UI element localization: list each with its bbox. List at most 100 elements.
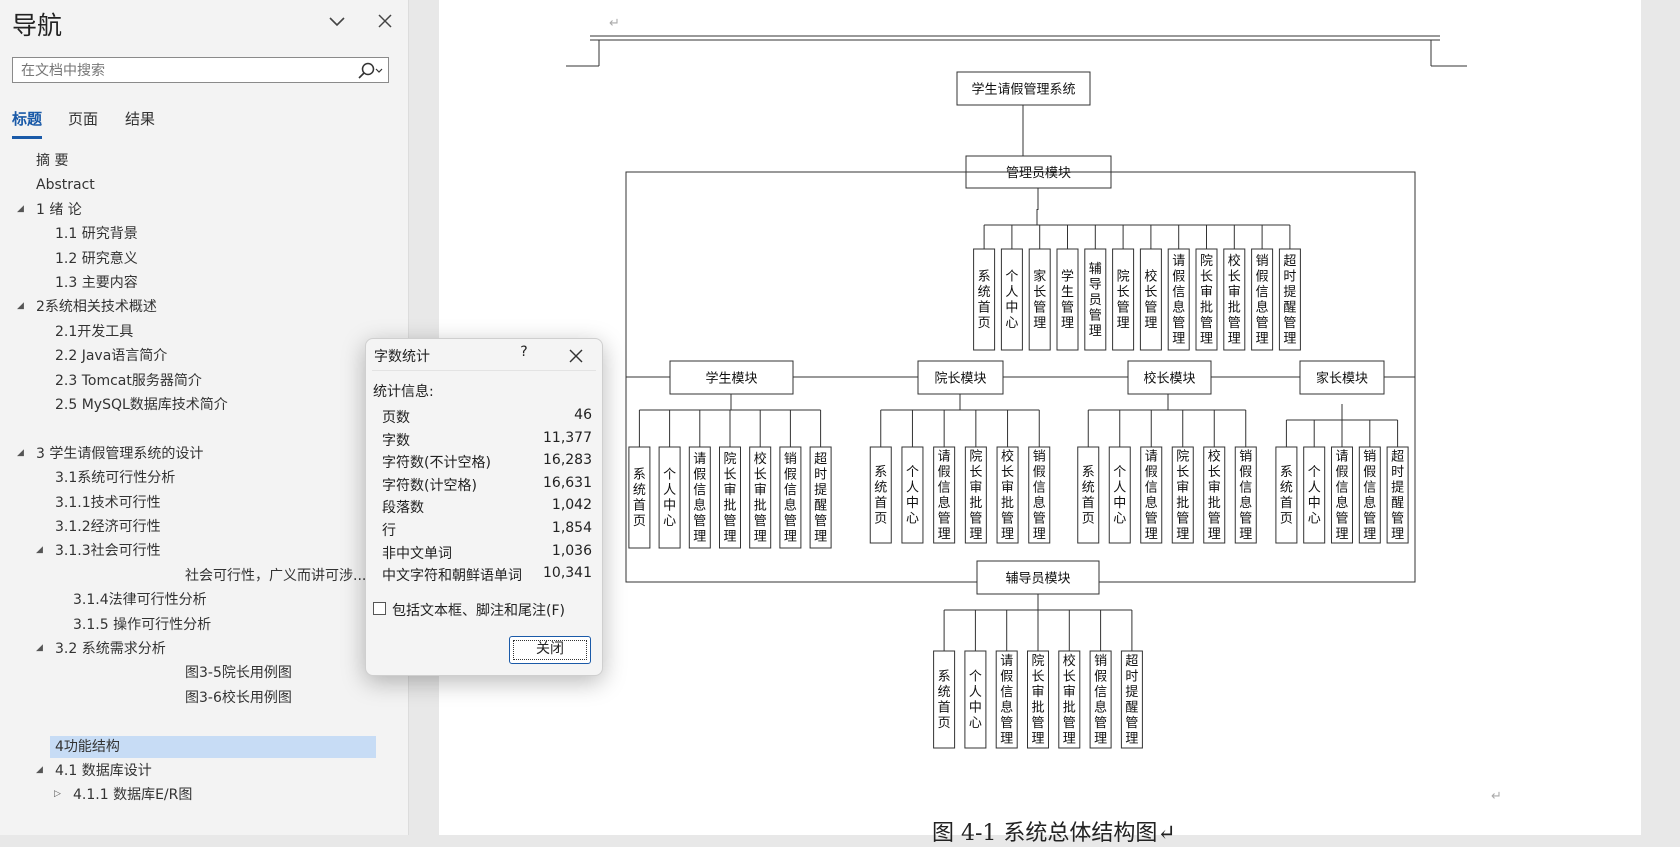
- collapse-arrow-icon[interactable]: ◢: [17, 448, 27, 458]
- close-icon[interactable]: [565, 345, 587, 367]
- nav-heading-item[interactable]: 3.1.2经济可行性: [55, 516, 161, 538]
- nav-heading-item[interactable]: 4.1.1 数据库E/R图: [73, 784, 192, 806]
- stat-label: 行: [382, 523, 396, 539]
- dean-module-box-label: 院长模块: [934, 372, 986, 387]
- function-box-label: 销假信息管理: [1094, 654, 1107, 747]
- right-margin: [1641, 0, 1680, 835]
- stat-row: 行 1,854: [382, 520, 592, 542]
- collapse-arrow-icon[interactable]: ◢: [36, 643, 46, 653]
- close-icon[interactable]: [374, 10, 396, 32]
- function-box-label: 校长管理: [1144, 269, 1157, 332]
- nav-heading-item[interactable]: 3.1.5 操作可行性分析: [73, 614, 211, 636]
- nav-heading-item[interactable]: 3.1系统可行性分析: [55, 467, 175, 489]
- function-box-label: 院长审批管理: [1031, 654, 1044, 747]
- student-module-box-label: 学生模块: [705, 371, 757, 387]
- checkbox-label: 包括文本框、脚注和尾注(F): [392, 603, 565, 619]
- stat-value: 10,341: [543, 565, 592, 582]
- function-box-label: 超时提醒管理: [1283, 254, 1296, 347]
- stat-label: 段落数: [382, 500, 424, 517]
- function-box-label: 学生管理: [1061, 269, 1074, 332]
- tab-headings[interactable]: 标题: [12, 108, 42, 129]
- expand-arrow-icon[interactable]: ▷: [54, 789, 64, 799]
- stat-row: 字符数(计空格) 16,631: [382, 475, 592, 497]
- function-box-label: 系统首页: [978, 270, 991, 332]
- stat-row: 页数 46: [382, 407, 592, 429]
- nav-heading-item[interactable]: 2.2 Java语言简介: [55, 345, 167, 367]
- nav-heading-item[interactable]: 3.1.1技术可行性: [55, 492, 161, 514]
- nav-heading-item[interactable]: 1 绪 论: [36, 199, 82, 221]
- search-input[interactable]: [19, 61, 353, 81]
- nav-heading-item[interactable]: 1.1 研究背景: [55, 223, 138, 245]
- system-structure-diagram: 学生请假管理系统管理员模块系统首页个人中心家长管理学生管理辅导员管理院长管理校长…: [566, 35, 1467, 749]
- collapse-arrow-icon[interactable]: ◢: [36, 765, 46, 775]
- function-box-label: 院长审批管理: [1200, 254, 1213, 347]
- root-box-label: 学生请假管理系统: [971, 82, 1075, 98]
- nav-heading-item[interactable]: 3.1.4法律可行性分析: [73, 589, 207, 611]
- nav-title: 导航: [12, 11, 63, 40]
- nav-heading-item[interactable]: 摘 要: [36, 150, 68, 172]
- stat-value: 16,631: [543, 474, 592, 491]
- tab-results[interactable]: 结果: [125, 108, 155, 129]
- function-box-label: 销假信息管理: [1256, 254, 1269, 347]
- stat-value: 46: [574, 407, 592, 423]
- nav-heading-item[interactable]: 1.3 主要内容: [55, 272, 138, 294]
- nav-heading-item[interactable]: 3.2 系统需求分析: [55, 638, 166, 660]
- close-button-label: 关闭: [536, 641, 564, 657]
- stat-row: 中文字符和朝鲜语单词 10,341: [382, 565, 592, 587]
- function-box-label: 销假信息管理: [1033, 450, 1046, 543]
- nav-heading-item[interactable]: 2.1开发工具: [55, 321, 133, 343]
- admin-module-box-label: 管理员模块: [1006, 166, 1071, 181]
- checkbox[interactable]: [373, 602, 386, 615]
- nav-heading-item[interactable]: 2系统相关技术概述: [36, 296, 157, 318]
- document-page: 学生请假管理系统 管理员模块 系统首页 个人中心 家长管理 学生管理 辅导员管理 院长管理 校长…: [439, 0, 1645, 846]
- collapse-arrow-icon[interactable]: ◢: [36, 545, 46, 555]
- stat-label: 字符数(计空格): [382, 477, 477, 494]
- function-box-label: 系统首页: [1082, 465, 1095, 527]
- close-button[interactable]: 关闭: [509, 636, 591, 664]
- nav-heading-item[interactable]: Abstract: [36, 174, 95, 196]
- stat-row: 非中文单词 1,036: [382, 543, 592, 565]
- dialog-title: 字数统计: [374, 349, 430, 365]
- function-box-label: 销假信息管理: [1363, 450, 1376, 543]
- function-box-label: 个人中心: [1308, 465, 1321, 527]
- chevron-down-icon[interactable]: [326, 10, 348, 32]
- active-tab-indicator: [12, 136, 42, 139]
- nav-heading-item[interactable]: 3 学生请假管理系统的设计: [36, 443, 203, 465]
- nav-heading-item[interactable]: 4.1 数据库设计: [55, 760, 152, 782]
- function-box-label: 系统首页: [1280, 465, 1293, 527]
- stat-value: 1,854: [551, 520, 592, 536]
- function-box-label: 个人中心: [663, 468, 676, 530]
- function-box-label: 请假信息管理: [938, 450, 951, 543]
- stat-row: 字数 11,377: [382, 430, 592, 452]
- function-box-label: 家长管理: [1033, 269, 1046, 332]
- nav-heading-item[interactable]: 2.3 Tomcat服务器简介: [55, 370, 202, 392]
- function-box-label: 校长审批管理: [1208, 449, 1221, 543]
- tab-pages[interactable]: 页面: [68, 108, 98, 129]
- nav-heading-item[interactable]: 2.5 MySQL数据库技术简介: [55, 394, 228, 416]
- counselor-module-box-label: 辅导员模块: [1005, 572, 1070, 587]
- function-box-label: 院长管理: [1117, 270, 1130, 332]
- stat-label: 字符数(不计空格): [382, 455, 491, 472]
- stat-label: 页数: [382, 410, 410, 426]
- collapse-arrow-icon[interactable]: ◢: [17, 204, 27, 214]
- search-box: [12, 57, 389, 83]
- nav-heading-item[interactable]: 图3-6校长用例图: [185, 687, 292, 709]
- nav-heading-item[interactable]: 1.2 研究意义: [55, 248, 138, 270]
- function-box-label: 校长审批管理: [1001, 449, 1014, 543]
- nav-heading-item[interactable]: 图3-5院长用例图: [185, 662, 292, 684]
- function-box-label: 销假信息管理: [1239, 450, 1252, 543]
- nav-heading-item[interactable]: 社会可行性，广义而讲可涉...: [185, 565, 366, 587]
- function-box-label: 个人中心: [906, 465, 919, 527]
- figure-caption: 图 4-1 系统总体结构图↵: [932, 821, 1176, 846]
- nav-heading-item[interactable]: 3.1.3社会可行性: [55, 540, 161, 562]
- function-box-label: 院长审批管理: [723, 452, 736, 545]
- navigation-pane: 导航 标题 页面 结果 摘 要Abstract ◢ 1 绪 论1.1 研究背景 1.2…: [0, 0, 409, 835]
- nav-heading-item[interactable]: 4功能结构: [50, 735, 376, 758]
- stat-row: 段落数 1,042: [382, 497, 592, 519]
- search-icon[interactable]: [354, 61, 384, 80]
- collapse-arrow-icon[interactable]: ◢: [17, 301, 27, 311]
- paragraph-mark: ↵: [609, 16, 620, 31]
- function-box-label: 院长审批管理: [1176, 450, 1189, 543]
- function-box-label: 个人中心: [1113, 465, 1126, 527]
- help-button[interactable]: ?: [512, 344, 536, 366]
